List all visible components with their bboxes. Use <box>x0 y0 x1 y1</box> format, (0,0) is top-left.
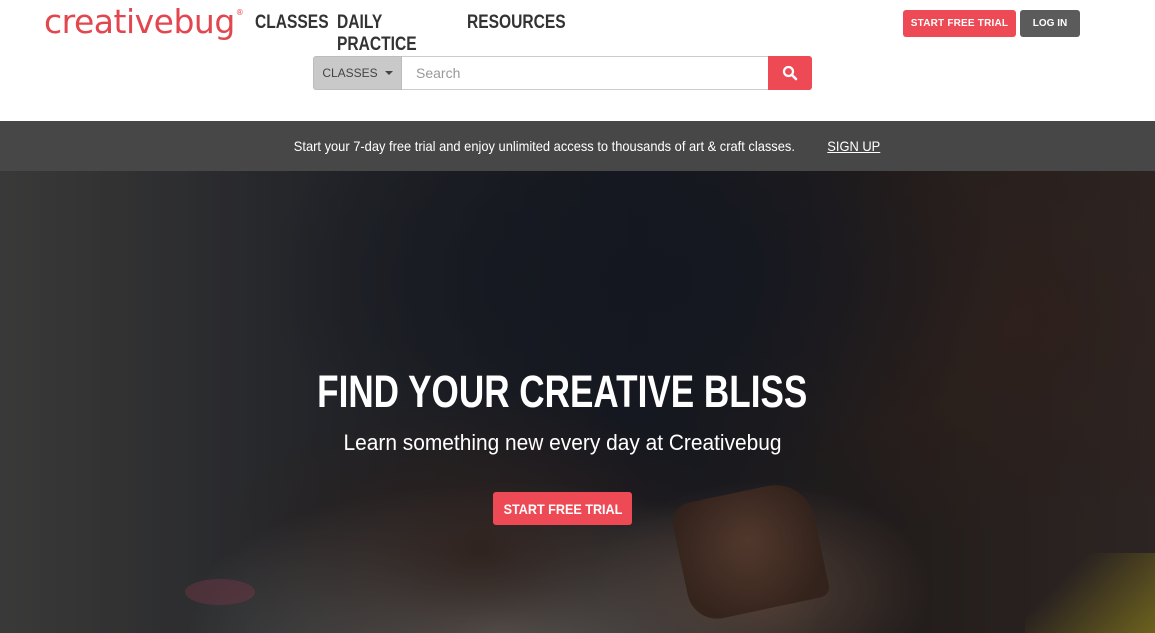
nav-resources-link[interactable]: RESOURCES <box>467 12 566 56</box>
caret-down-icon <box>384 71 393 75</box>
search-category-label: CLASSES <box>322 66 378 80</box>
logo-text: creativebug <box>44 2 235 41</box>
hero-subtitle-text: Learn something new every day at Creativ… <box>343 430 782 455</box>
sign-up-link[interactable]: SIGN UP <box>827 138 880 154</box>
hero-cta-label: START FREE TRIAL <box>503 500 622 517</box>
hero-start-free-trial-button[interactable]: START FREE TRIAL <box>493 492 632 525</box>
hero-banner: FIND YOUR CREATIVE BLISS Learn something… <box>0 171 1155 633</box>
promo-banner: Start your 7-day free trial and enjoy un… <box>0 121 1155 171</box>
search-bar: CLASSES <box>313 56 812 90</box>
search-button[interactable] <box>768 56 812 90</box>
site-header: creativebug® CLASSES DAILY PRACTICE RESO… <box>0 0 1155 121</box>
registered-mark: ® <box>235 8 244 17</box>
log-in-button[interactable]: LOG IN <box>1020 10 1080 37</box>
creativebug-logo[interactable]: creativebug® <box>44 2 244 41</box>
hero-subtitle: Learn something new every day at Creativ… <box>0 430 1125 456</box>
search-input[interactable] <box>402 56 768 90</box>
hero-title: FIND YOUR CREATIVE BLISS <box>0 366 1125 418</box>
nav-classes-link[interactable]: CLASSES <box>255 12 329 56</box>
search-category-dropdown[interactable]: CLASSES <box>313 56 402 90</box>
nav-daily-practice-link[interactable]: DAILY PRACTICE <box>337 12 427 56</box>
start-free-trial-button[interactable]: START FREE TRIAL <box>903 10 1016 37</box>
search-icon <box>782 65 798 81</box>
promo-text: Start your 7-day free trial and enjoy un… <box>294 138 796 154</box>
hero-title-text: FIND YOUR CREATIVE BLISS <box>317 366 808 417</box>
main-nav: CLASSES DAILY PRACTICE RESOURCES <box>255 12 566 56</box>
